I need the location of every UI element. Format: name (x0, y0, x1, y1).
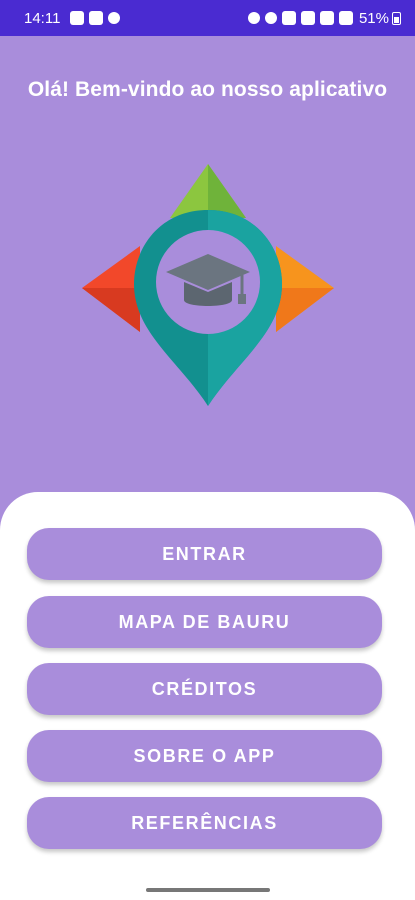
graduation-cap-location-pin-icon (82, 164, 334, 406)
welcome-title: Olá! Bem-vindo ao nosso aplicativo (27, 78, 388, 101)
alarm2-icon (265, 12, 277, 24)
status-right-icons (248, 11, 353, 25)
e-icon (70, 11, 84, 25)
menu-panel: ENTRAR MAPA DE BAURU CRÉDITOS SOBRE O AP… (0, 492, 415, 900)
logo-arrow-right-shade (276, 288, 334, 332)
mute-icon (282, 11, 296, 25)
volte-icon (320, 11, 334, 25)
download-icon (108, 12, 120, 24)
referencias-button[interactable]: REFERÊNCIAS (27, 797, 382, 849)
battery-icon (392, 12, 401, 25)
logo-cap-tassel-end (238, 294, 246, 304)
entrar-button[interactable]: ENTRAR (27, 528, 382, 580)
creditos-button[interactable]: CRÉDITOS (27, 663, 382, 715)
sobre-o-app-button[interactable]: SOBRE O APP (27, 730, 382, 782)
dnd-icon (89, 11, 103, 25)
logo-arrow-up-shade (208, 164, 246, 218)
wifi-icon (301, 11, 315, 25)
logo-arrow-left-shade (82, 288, 140, 332)
mapa-de-bauru-button[interactable]: MAPA DE BAURU (27, 596, 382, 648)
alarm-icon (248, 12, 260, 24)
status-left-icons (70, 11, 120, 25)
battery-percent: 51% (358, 10, 389, 27)
signal-icon (339, 11, 353, 25)
status-bar: 14:11 51% (0, 0, 415, 36)
status-time: 14:11 (24, 10, 61, 27)
home-indicator[interactable] (146, 888, 270, 892)
